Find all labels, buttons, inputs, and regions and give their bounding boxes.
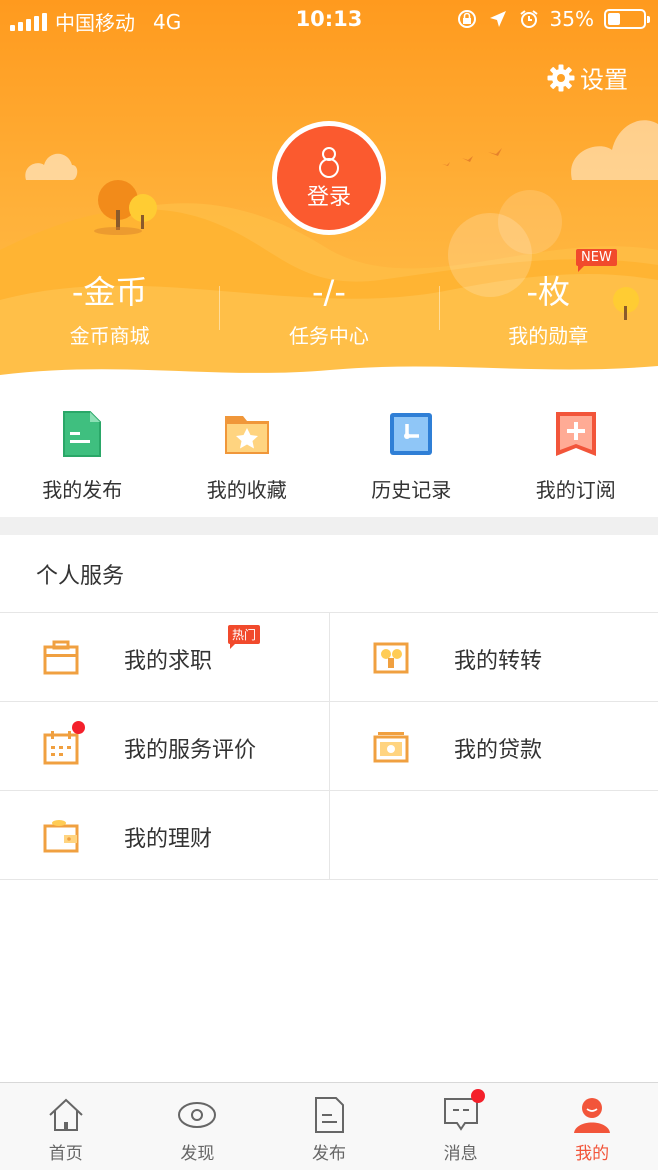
personal-services-title: 个人服务 — [36, 564, 125, 589]
star-folder-icon — [224, 416, 269, 454]
tab-home[interactable]: 首页 — [0, 1083, 132, 1170]
coin-mall-stat[interactable]: -金币 金币商城 — [0, 270, 219, 356]
battery-fill — [608, 13, 620, 25]
my-service-review-item[interactable]: 我的服务评价 — [0, 702, 329, 790]
medal-value: -枚 — [526, 273, 571, 311]
plus-bookmark-icon — [555, 412, 596, 456]
my-loans-label: 我的贷款 — [454, 738, 543, 763]
hot-badge: 热门 — [228, 625, 261, 649]
my-posts-button[interactable]: 我的发布 — [0, 392, 165, 517]
new-badge: NEW — [576, 249, 617, 272]
tab-discover-label: 发现 — [180, 1144, 215, 1164]
my-favorites-label: 我的收藏 — [206, 478, 287, 502]
task-center-stat[interactable]: -/- 任务中心 — [219, 270, 438, 356]
calendar-icon — [43, 731, 79, 765]
section-divider — [0, 517, 658, 535]
my-favorites-button[interactable]: 我的收藏 — [165, 392, 330, 517]
my-jobs-label: 我的求职 — [124, 649, 213, 674]
my-subscriptions-button[interactable]: 我的订阅 — [494, 392, 658, 517]
user-outline-icon — [319, 147, 339, 178]
alarm-icon — [519, 10, 538, 28]
my-finance-label: 我的理财 — [124, 827, 213, 852]
tab-messages-label: 消息 — [443, 1144, 478, 1164]
task-center-label: 任务中心 — [288, 324, 369, 348]
empty-cell — [329, 791, 658, 879]
eye-icon — [178, 1102, 217, 1128]
settings-label: 设置 — [580, 66, 628, 94]
rotation-lock-icon — [457, 10, 476, 28]
clock-icon — [390, 413, 433, 455]
task-value: -/- — [312, 273, 346, 311]
gear-icon — [547, 64, 575, 91]
my-posts-label: 我的发布 — [42, 478, 123, 502]
coin-value: -金币 — [71, 273, 148, 311]
tab-messages[interactable]: 消息 — [395, 1083, 527, 1170]
personal-services-grid: 我的求职 热门 我的转转 我的服务评价 我的贷款 我的理财 — [0, 612, 658, 880]
login-label: 登录 — [306, 185, 351, 210]
settings-button[interactable]: 设置 — [546, 60, 628, 95]
profile-header: 中国移动 4G 10:13 35% 设置 登录 -金币 金币商城 -/- 任务中… — [0, 0, 658, 385]
medal-label: 我的勋章 — [508, 324, 589, 348]
login-button[interactable]: 登录 — [272, 121, 386, 235]
bottom-tab-bar: 首页 发现 发布 消息 我的 — [0, 1082, 658, 1170]
my-service-review-label: 我的服务评价 — [124, 738, 257, 763]
battery-percentage: 35% — [549, 7, 594, 31]
tab-home-label: 首页 — [48, 1144, 83, 1164]
stats-row: -金币 金币商城 -/- 任务中心 -枚 我的勋章 — [0, 270, 658, 356]
my-subscriptions-label: 我的订阅 — [535, 478, 616, 502]
tab-publish[interactable]: 发布 — [263, 1083, 395, 1170]
briefcase-icon — [43, 640, 79, 675]
medal-stat[interactable]: -枚 我的勋章 — [438, 270, 658, 356]
status-bar: 中国移动 4G 10:13 35% — [0, 0, 658, 38]
edit-document-icon — [314, 1097, 344, 1133]
user-icon — [574, 1098, 611, 1133]
wallet-icon — [43, 820, 79, 853]
messages-notification-dot — [470, 1089, 485, 1103]
my-finance-item[interactable]: 我的理财 — [0, 791, 329, 879]
tab-me-label: 我的 — [575, 1144, 610, 1164]
cash-icon — [373, 732, 409, 763]
my-exchange-label: 我的转转 — [454, 649, 543, 674]
tab-publish-label: 发布 — [311, 1144, 346, 1164]
my-jobs-item[interactable]: 我的求职 热门 — [0, 613, 329, 701]
history-label: 历史记录 — [371, 478, 452, 502]
battery-icon — [604, 9, 650, 29]
document-icon — [63, 411, 102, 457]
quick-actions: 我的发布 我的收藏 历史记录 我的订阅 — [0, 392, 658, 517]
my-loans-item[interactable]: 我的贷款 — [329, 702, 658, 790]
history-button[interactable]: 历史记录 — [329, 392, 494, 517]
my-exchange-item[interactable]: 我的转转 — [329, 613, 658, 701]
coin-mall-label: 金币商城 — [69, 324, 150, 348]
location-arrow-icon — [489, 11, 506, 27]
notification-dot — [72, 721, 85, 734]
tab-discover[interactable]: 发现 — [132, 1083, 264, 1170]
exchange-icon — [373, 642, 409, 674]
home-icon — [49, 1098, 83, 1131]
tab-me[interactable]: 我的 — [526, 1083, 658, 1170]
